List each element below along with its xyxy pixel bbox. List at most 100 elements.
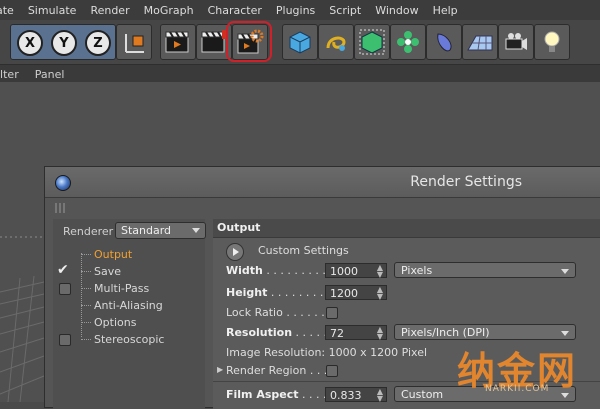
spinner-arrows-icon[interactable]: ▲ ▼: [377, 264, 383, 279]
axis-lock-group: X Y Z: [10, 24, 116, 60]
world-axis-icon: [125, 34, 144, 53]
subdivision-icon: [359, 29, 385, 55]
cloner-icon: [397, 31, 419, 53]
subdivision-button[interactable]: [354, 24, 390, 60]
menu-bar: ate Simulate Render MoGraph Character Pl…: [0, 0, 600, 20]
chevron-down-icon: [561, 331, 569, 336]
dialog-titlebar[interactable]: Render Settings: [45, 167, 600, 198]
render-region-checkbox[interactable]: [326, 365, 338, 377]
world-axis-button[interactable]: [116, 24, 152, 60]
renderer-label: Renderer: [63, 225, 114, 238]
tree-item-output[interactable]: Output: [53, 246, 205, 263]
main-toolbar: X Y Z: [0, 20, 600, 64]
film-aspect-label: Film Aspect . . . . . .: [226, 388, 341, 401]
cube-icon: [289, 31, 311, 54]
dialog-title: Render Settings: [410, 174, 522, 190]
menu-create[interactable]: ate: [0, 4, 21, 17]
camera-button[interactable]: [498, 24, 534, 60]
custom-settings-row: Custom Settings: [213, 241, 600, 261]
tree-item-stereoscopic[interactable]: Stereoscopic: [53, 331, 205, 348]
renderer-value: Standard: [121, 224, 172, 237]
tree-item-label: Multi-Pass: [94, 282, 150, 295]
cube-object-button[interactable]: [282, 24, 318, 60]
chevron-down-icon: [192, 228, 200, 233]
tree-item-label: Anti-Aliasing: [94, 299, 163, 312]
image-resolution-text: Image Resolution: 1000 x 1200 Pixel: [226, 346, 428, 359]
tree-branch: [81, 254, 91, 255]
width-input[interactable]: 1000 ▲ ▼: [325, 263, 387, 279]
width-label: Width . . . . . . . . . .: [226, 264, 333, 277]
width-row: Width . . . . . . . . . . 1000 ▲ ▼ Pixels: [213, 261, 600, 281]
spinner-arrows-icon[interactable]: ▲ ▼: [377, 388, 383, 403]
menu-mograph[interactable]: MoGraph: [137, 4, 201, 17]
watermark-url: NARKII.COM: [485, 384, 550, 394]
menu-plugins[interactable]: Plugins: [269, 4, 322, 17]
stereoscopic-checkbox[interactable]: [59, 334, 71, 346]
checkmark-icon[interactable]: ✔: [57, 262, 69, 279]
cloner-button[interactable]: [390, 24, 426, 60]
spline-button[interactable]: [318, 24, 354, 60]
renderer-select[interactable]: Standard: [115, 222, 206, 239]
resolution-value: 72: [330, 327, 344, 340]
menu-window[interactable]: Window: [368, 4, 425, 17]
tree-item-multi-pass[interactable]: Multi-Pass: [53, 280, 205, 297]
tree-item-label: Output: [94, 248, 133, 261]
expand-arrow-icon[interactable]: ▶: [217, 365, 223, 374]
lock-ratio-row: Lock Ratio . . . . . . .: [213, 303, 600, 323]
lock-ratio-label: Lock Ratio . . . . . . .: [226, 306, 332, 319]
height-input[interactable]: 1200 ▲ ▼: [325, 285, 387, 301]
tree-item-label: Stereoscopic: [94, 333, 165, 346]
menu-simulate[interactable]: Simulate: [21, 4, 84, 17]
resolution-unit-value: Pixels/Inch (DPI): [401, 326, 490, 339]
tree-item-label: Options: [94, 316, 137, 329]
spinner-arrows-icon[interactable]: ▲ ▼: [377, 286, 383, 301]
spinner-arrows-icon[interactable]: ▲ ▼: [377, 326, 383, 341]
settings-tree-panel: Renderer Standard Output ✔ Save Multi-Pa…: [53, 219, 206, 409]
height-row: Height . . . . . . . . . . 1200 ▲ ▼: [213, 283, 600, 303]
menu-script[interactable]: Script: [322, 4, 368, 17]
menu-filter[interactable]: ilter: [0, 68, 27, 81]
menu-help[interactable]: Help: [426, 4, 465, 17]
render-region-label: Render Region . . .: [226, 364, 328, 377]
film-aspect-input[interactable]: 0.833 ▲ ▼: [325, 387, 387, 403]
render-picture-viewer-icon: [201, 30, 227, 53]
z-axis-button[interactable]: Z: [85, 30, 111, 56]
floor-button[interactable]: [462, 24, 498, 60]
resolution-label: Resolution . . . . . .: [226, 326, 335, 339]
tree-item-label: Save: [94, 265, 122, 278]
width-value: 1000: [330, 265, 358, 278]
spline-pen-icon: [326, 36, 346, 51]
tree-branch: [81, 305, 91, 306]
grip-handle-icon[interactable]: [55, 203, 67, 213]
resolution-input[interactable]: 72 ▲ ▼: [325, 325, 387, 341]
menu-panel[interactable]: Panel: [27, 68, 73, 81]
tree-branch: [81, 339, 91, 340]
custom-settings-label: Custom Settings: [258, 244, 349, 257]
tree-item-anti-aliasing[interactable]: Anti-Aliasing: [53, 297, 205, 314]
viewport-menu-bar: ilter Panel: [0, 64, 600, 83]
section-title: Output: [213, 219, 600, 238]
width-unit-select[interactable]: Pixels: [394, 262, 576, 278]
render-view-icon: [165, 31, 189, 53]
multi-pass-checkbox[interactable]: [59, 283, 71, 295]
height-value: 1200: [330, 287, 358, 300]
render-settings-highlight: [226, 21, 272, 62]
tree-item-options[interactable]: Options: [53, 314, 205, 331]
render-view-button[interactable]: [160, 24, 196, 60]
menu-render[interactable]: Render: [83, 4, 136, 17]
tree-branch: [81, 288, 91, 289]
height-label: Height . . . . . . . . . .: [226, 286, 338, 299]
resolution-unit-select[interactable]: Pixels/Inch (DPI): [394, 324, 576, 340]
menu-character[interactable]: Character: [201, 4, 269, 17]
film-aspect-value: 0.833: [330, 389, 362, 402]
tree-branch: [81, 322, 91, 323]
tree-item-save[interactable]: ✔ Save: [53, 262, 205, 280]
preset-play-icon[interactable]: [226, 243, 244, 261]
light-button[interactable]: [534, 24, 570, 60]
deformer-button[interactable]: [426, 24, 462, 60]
film-aspect-mode: Custom: [401, 388, 444, 401]
x-axis-button[interactable]: X: [17, 30, 43, 56]
lock-ratio-checkbox[interactable]: [326, 307, 338, 319]
y-axis-button[interactable]: Y: [51, 30, 77, 56]
light-icon: [544, 31, 560, 52]
